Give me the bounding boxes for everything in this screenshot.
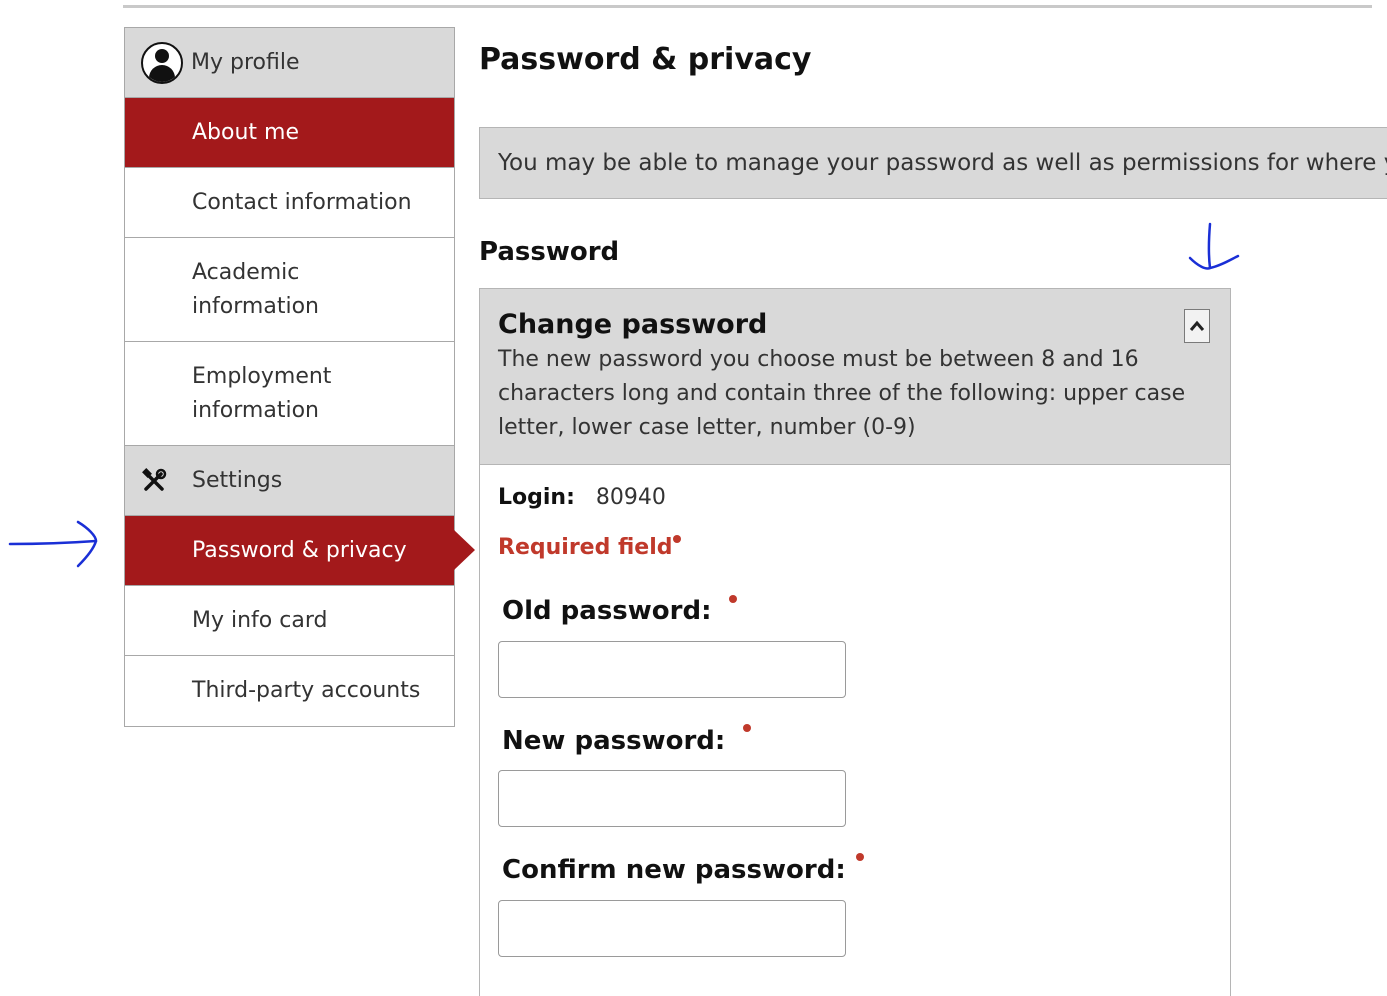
sidebar-item-employment-information[interactable]: Employment information <box>125 342 454 446</box>
required-asterisk <box>673 535 681 543</box>
page-title: Password & privacy <box>479 42 812 77</box>
sidebar-item-label: Employment information <box>192 363 332 423</box>
sidebar-item-third-party-accounts[interactable]: Third-party accounts <box>125 656 454 726</box>
sidebar-item-contact-information[interactable]: Contact information <box>125 168 454 238</box>
required-asterisk <box>743 724 751 732</box>
required-asterisk <box>856 853 864 861</box>
sidebar-item-password-privacy[interactable]: Password & privacy <box>125 516 475 586</box>
sidebar-item-my-info-card[interactable]: My info card <box>125 586 454 656</box>
sidebar-header-label: My profile <box>191 49 300 75</box>
sidebar-item-about-me[interactable]: About me <box>125 98 454 168</box>
confirm-password-label: Confirm new password: <box>502 855 846 885</box>
old-password-field[interactable] <box>498 641 846 698</box>
profile-sidebar: My profile About me Contact information … <box>124 27 475 727</box>
sidebar-item-label: My info card <box>192 607 328 633</box>
annotation-down-arrow-icon <box>1188 222 1240 270</box>
tools-icon <box>142 467 167 491</box>
sidebar-item-label: Contact information <box>192 189 412 215</box>
sidebar-item-label: Third-party accounts <box>192 678 421 703</box>
info-banner: You may be able to manage your password … <box>479 127 1387 199</box>
sidebar-header-my-profile: My profile <box>125 28 454 98</box>
sidebar-header-label: Settings <box>192 467 283 493</box>
login-value: 80940 <box>595 485 666 510</box>
required-field-note: Required field <box>498 535 673 560</box>
annotation-right-arrow-icon <box>8 520 98 568</box>
new-password-field[interactable] <box>498 770 846 827</box>
top-divider <box>123 5 1372 8</box>
change-password-panel: Change password The new password you cho… <box>479 288 1231 996</box>
login-label: Login: <box>498 485 575 510</box>
user-circle-icon <box>141 41 183 84</box>
sidebar-item-label: Academic information <box>192 259 319 319</box>
login-info: Login: 80940 <box>498 481 666 515</box>
sidebar-item-label: About me <box>192 119 300 145</box>
collapse-button[interactable] <box>1184 309 1210 343</box>
sidebar-item-academic-information[interactable]: Academic information <box>125 238 454 342</box>
old-password-label: Old password: <box>502 596 712 626</box>
panel-title: Change password <box>498 309 768 340</box>
required-asterisk <box>729 595 737 603</box>
panel-header: Change password The new password you cho… <box>480 289 1230 465</box>
sidebar-item-label: Password & privacy <box>192 537 407 563</box>
chevron-up-icon <box>1189 320 1205 331</box>
password-requirements: The new password you choose must be betw… <box>498 347 1186 440</box>
sidebar-header-settings: Settings <box>125 446 454 516</box>
section-heading-password: Password <box>479 237 620 267</box>
new-password-label: New password: <box>502 726 726 756</box>
active-pointer <box>454 530 475 570</box>
confirm-password-field[interactable] <box>498 900 846 957</box>
